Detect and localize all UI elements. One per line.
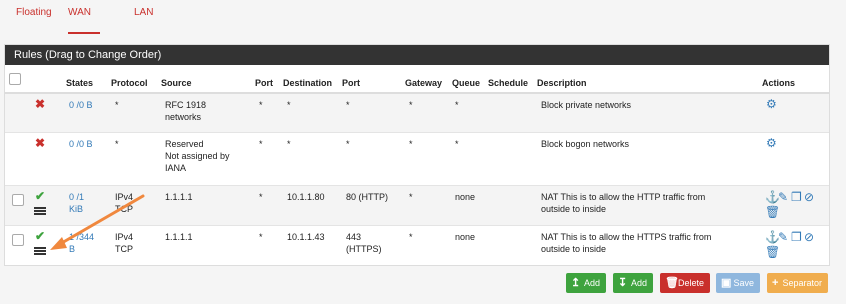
source-port-value: *	[259, 100, 263, 110]
protocol-value: *	[115, 100, 119, 110]
table-row[interactable]: ✖ 0 /0 B * Reserved Not assigned by IANA *…	[5, 133, 829, 186]
states-link[interactable]: 0 /0 B	[69, 99, 93, 111]
pencil-icon[interactable]: ✎	[778, 231, 788, 243]
tab-wan[interactable]: WAN	[68, 6, 100, 34]
protocol-value: IPv4 TCP	[115, 232, 134, 254]
protocol-value: IPv4 TCP	[115, 192, 134, 214]
select-all-checkbox[interactable]	[9, 73, 21, 85]
col-source[interactable]: Source	[161, 78, 192, 88]
separator-button[interactable]: + Separator	[767, 273, 828, 293]
disable-icon[interactable]: ⊘	[804, 231, 814, 243]
pencil-icon[interactable]: ✎	[778, 191, 788, 203]
table-row[interactable]: ✔ 0 /1 KiB IPv4 TCP 1.1.1.1 * 10.1.1.80 80…	[5, 186, 829, 226]
drag-handle-icon[interactable]	[34, 207, 46, 216]
trash-icon: 🗑	[665, 277, 679, 289]
protocol-value: *	[115, 139, 119, 149]
arrow-up-icon: ↥	[571, 277, 581, 289]
states-link[interactable]: 1 /344 B	[69, 231, 94, 255]
gateway-value: *	[409, 232, 413, 242]
trash-icon[interactable]: 🗑	[765, 206, 780, 218]
col-source-port[interactable]: Port	[255, 78, 273, 88]
tab-floating[interactable]: Floating	[16, 6, 52, 32]
trash-icon[interactable]: 🗑	[765, 246, 780, 258]
save-button[interactable]: ▣ Save	[716, 273, 760, 293]
drag-handle-icon[interactable]	[34, 247, 46, 256]
col-queue[interactable]: Queue	[452, 78, 480, 88]
col-states[interactable]: States	[66, 78, 93, 88]
rules-panel: Rules (Drag to Change Order) States Prot…	[4, 44, 830, 266]
block-icon: ✖	[35, 97, 46, 111]
destination-port-value: *	[346, 100, 350, 110]
source-value: RFC 1918 networks	[165, 100, 207, 122]
gear-icon[interactable]: ⚙	[766, 98, 777, 110]
tab-bar: Floating WAN LAN	[0, 0, 846, 34]
col-actions: Actions	[762, 78, 796, 88]
table-row[interactable]: ✖ 0 /0 B * RFC 1918 networks * * * * * Bl…	[5, 94, 829, 133]
destination-port-value: 80 (HTTP)	[346, 192, 389, 202]
source-port-value: *	[259, 232, 263, 242]
source-value: Reserved Not assigned by IANA	[165, 139, 230, 173]
source-port-value: *	[259, 192, 263, 202]
description-value: Block bogon networks	[541, 139, 630, 149]
description-value: NAT This is to allow the HTTPS traffic f…	[541, 232, 712, 254]
col-destination[interactable]: Destination	[283, 78, 332, 88]
block-icon: ✖	[35, 136, 46, 150]
gateway-value: *	[409, 192, 413, 202]
plus-icon: +	[772, 277, 779, 289]
col-gateway[interactable]: Gateway	[405, 78, 442, 88]
destination-value: *	[287, 139, 291, 149]
destination-value: 10.1.1.43	[287, 232, 325, 242]
queue-value: *	[455, 100, 459, 110]
row-checkbox[interactable]	[12, 194, 24, 206]
disable-icon[interactable]: ⊘	[804, 191, 814, 203]
destination-port-value: 443 (HTTPS)	[346, 232, 382, 254]
gateway-value: *	[409, 139, 413, 149]
copy-icon[interactable]: ❐	[791, 231, 802, 243]
tab-lan[interactable]: LAN	[134, 6, 153, 32]
col-description[interactable]: Description	[537, 78, 587, 88]
gear-icon[interactable]: ⚙	[766, 137, 777, 149]
description-value: NAT This is to allow the HTTP traffic fr…	[541, 192, 706, 214]
save-icon: ▣	[721, 277, 732, 289]
queue-value: none	[455, 192, 476, 202]
add-top-button[interactable]: ↥ Add	[566, 273, 606, 293]
source-value: 1.1.1.1	[165, 192, 193, 202]
panel-title: Rules (Drag to Change Order)	[5, 45, 829, 65]
check-icon: ✔	[35, 189, 46, 203]
gateway-value: *	[409, 100, 413, 110]
destination-port-value: *	[346, 139, 350, 149]
queue-value: *	[455, 139, 459, 149]
row-checkbox[interactable]	[12, 234, 24, 246]
table-header: States Protocol Source Port Destination …	[5, 72, 829, 94]
destination-value: *	[287, 100, 291, 110]
source-value: 1.1.1.1	[165, 232, 193, 242]
table-row[interactable]: ✔ 1 /344 B IPv4 TCP 1.1.1.1 * 10.1.1.43 44…	[5, 226, 829, 264]
description-value: Block private networks	[541, 100, 632, 110]
queue-value: none	[455, 232, 476, 242]
add-bottom-button[interactable]: ↧ Add	[613, 273, 653, 293]
col-protocol[interactable]: Protocol	[111, 78, 148, 88]
destination-value: 10.1.1.80	[287, 192, 325, 202]
delete-button[interactable]: 🗑 Delete	[660, 273, 710, 293]
states-link[interactable]: 0 /1 KiB	[69, 191, 84, 215]
check-icon: ✔	[35, 229, 46, 243]
col-destination-port[interactable]: Port	[342, 78, 360, 88]
arrow-down-icon: ↧	[618, 277, 628, 289]
states-link[interactable]: 0 /0 B	[69, 138, 93, 150]
col-schedule[interactable]: Schedule	[488, 78, 528, 88]
copy-icon[interactable]: ❐	[791, 191, 802, 203]
source-port-value: *	[259, 139, 263, 149]
